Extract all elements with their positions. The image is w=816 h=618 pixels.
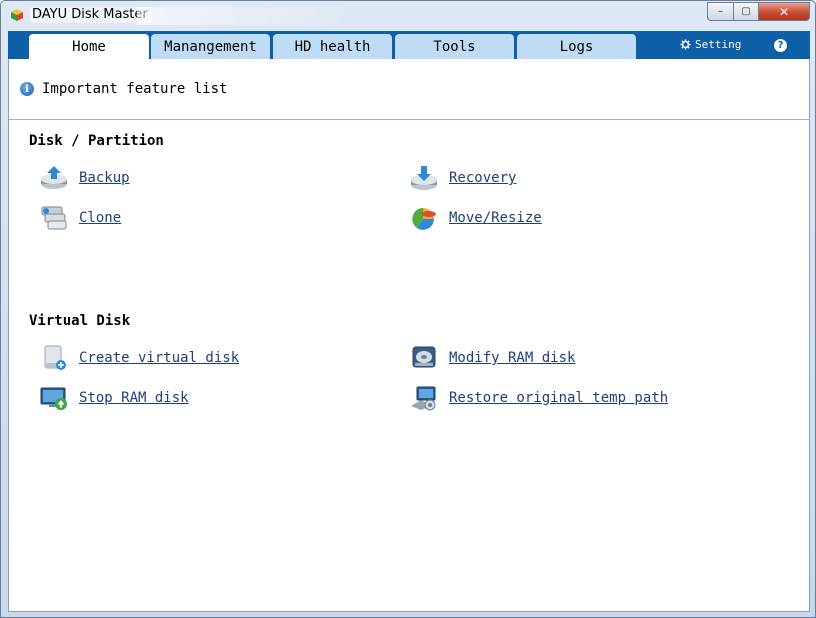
- help-icon[interactable]: ?: [774, 39, 787, 52]
- backup-link[interactable]: Backup: [79, 170, 130, 186]
- recovery-disk-icon: [411, 166, 437, 190]
- tab-management[interactable]: Manangement: [151, 34, 270, 59]
- title-fade: [137, 7, 347, 25]
- app-cube-icon: [11, 9, 23, 21]
- home-panel: i Important feature list Disk / Partitio…: [8, 59, 810, 612]
- tab-tools[interactable]: Tools: [395, 34, 514, 59]
- close-button[interactable]: ✕: [759, 2, 810, 21]
- title-bar[interactable]: DAYU Disk Master – ▢ ✕: [1, 1, 815, 31]
- feature-stop-ram-disk[interactable]: Stop RAM disk: [39, 385, 189, 411]
- feature-backup[interactable]: Backup: [39, 165, 130, 191]
- move-resize-link[interactable]: Move/Resize: [449, 210, 542, 226]
- virtual-disk-icon: [44, 345, 66, 370]
- clone-disk-icon: [41, 206, 67, 230]
- divider: [9, 119, 809, 120]
- info-text: Important feature list: [42, 81, 228, 97]
- feature-restore-temp-path[interactable]: Restore original temp path: [409, 385, 668, 411]
- restore-temp-path-link[interactable]: Restore original temp path: [449, 390, 668, 406]
- pie-partition-icon: [412, 208, 436, 230]
- window-controls: – ▢ ✕: [707, 2, 810, 21]
- create-virtual-disk-link[interactable]: Create virtual disk: [79, 350, 239, 366]
- info-icon: i: [20, 82, 34, 96]
- modify-ram-disk-link[interactable]: Modify RAM disk: [449, 350, 575, 366]
- window-title: DAYU Disk Master: [30, 7, 152, 23]
- info-row: i Important feature list: [20, 81, 227, 97]
- tab-logs[interactable]: Logs: [517, 34, 636, 59]
- feature-clone[interactable]: Clone: [39, 205, 121, 231]
- tab-home[interactable]: Home: [29, 34, 149, 59]
- backup-disk-icon: [41, 166, 67, 189]
- tab-bar: Home Manangement HD health Tools Logs Se…: [8, 31, 810, 59]
- ram-disk-icon: [412, 346, 436, 368]
- app-window: DAYU Disk Master – ▢ ✕ Home Manangement …: [0, 0, 816, 618]
- feature-create-virtual-disk[interactable]: Create virtual disk: [39, 345, 239, 371]
- tab-hd-health[interactable]: HD health: [273, 34, 392, 59]
- clone-link[interactable]: Clone: [79, 210, 121, 226]
- section-title-virtual-disk: Virtual Disk: [29, 313, 131, 329]
- setting-label: Setting: [695, 38, 742, 51]
- feature-recovery[interactable]: Recovery: [409, 165, 516, 191]
- stop-ram-disk-link[interactable]: Stop RAM disk: [79, 390, 189, 406]
- gear-icon: [680, 39, 691, 50]
- setting-button[interactable]: Setting: [680, 38, 741, 51]
- feature-move-resize[interactable]: Move/Resize: [409, 205, 542, 231]
- monitor-stop-icon: [40, 387, 67, 410]
- restore-path-icon: [411, 386, 436, 411]
- minimize-button[interactable]: –: [707, 2, 734, 21]
- maximize-button[interactable]: ▢: [734, 2, 759, 21]
- section-title-disk-partition: Disk / Partition: [29, 133, 164, 149]
- feature-modify-ram-disk[interactable]: Modify RAM disk: [409, 345, 575, 371]
- recovery-link[interactable]: Recovery: [449, 170, 516, 186]
